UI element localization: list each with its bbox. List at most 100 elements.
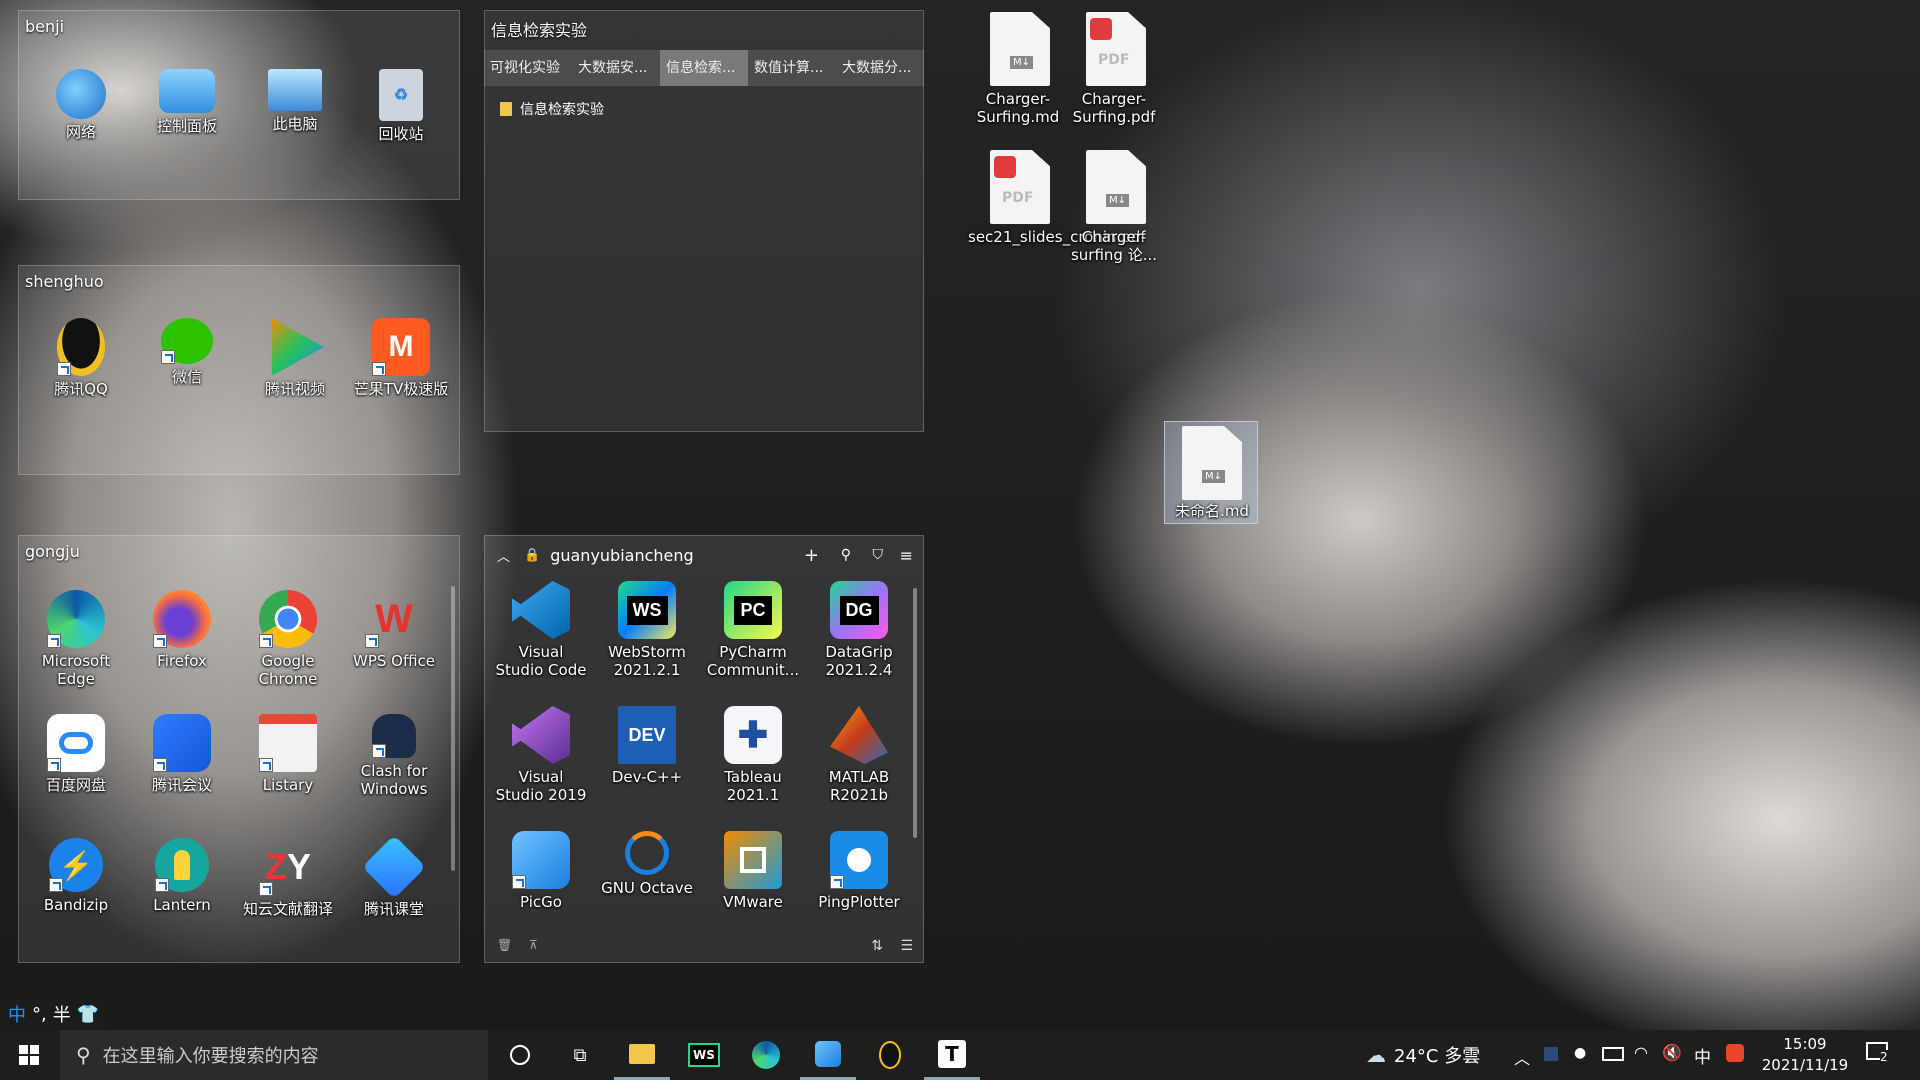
desktop-icon-visual-studio[interactable]: Visual Studio 2019: [493, 706, 589, 804]
battery-icon[interactable]: [1602, 1047, 1624, 1061]
shirt-icon[interactable]: ⛉: [873, 547, 884, 563]
chevron-up-icon[interactable]: ︿: [497, 546, 510, 565]
ime-width[interactable]: 半: [53, 1001, 71, 1027]
chrome-icon: [259, 590, 317, 648]
desktop-icon-clash[interactable]: Clash for Windows: [346, 714, 442, 798]
start-button[interactable]: [0, 1030, 58, 1080]
desktop-icon-matlab[interactable]: MATLAB R2021b: [811, 706, 907, 804]
desktop-icon-datagrip[interactable]: DG DataGrip 2021.2.4: [811, 581, 907, 679]
folder-item[interactable]: 信息检索实验: [500, 97, 604, 121]
desktop-icon-edge[interactable]: Microsoft Edge: [28, 590, 124, 688]
picgo-icon: [512, 831, 570, 889]
fence-scrollbar[interactable]: [451, 586, 455, 871]
desktop-icon-bandizip[interactable]: ⚡ Bandizip: [28, 838, 124, 914]
desktop-file-charger-paper-md[interactable]: M↓ Charger-surfing 论...: [1064, 146, 1164, 266]
pingplotter-icon: [830, 831, 888, 889]
desktop-icon-firefox[interactable]: Firefox: [134, 590, 230, 670]
icon-label: PyCharm Communit...: [706, 643, 800, 679]
list-view-icon[interactable]: ☰: [900, 938, 913, 954]
menu-icon[interactable]: ≡: [900, 546, 913, 565]
taskbar-qq[interactable]: [862, 1030, 918, 1080]
desktop-icon-qq[interactable]: 腾讯QQ: [33, 318, 129, 398]
tray-qq-icon[interactable]: ●: [1574, 1045, 1586, 1061]
cortana-button[interactable]: [492, 1030, 548, 1080]
ime-indicator[interactable]: 中: [1694, 1043, 1711, 1068]
tab-1[interactable]: 可视化实验: [484, 50, 572, 86]
pin-top-icon[interactable]: ⊼: [529, 938, 538, 952]
desktop-icon-tencent-meeting[interactable]: 腾讯会议: [134, 714, 230, 794]
desktop-icon-listary[interactable]: Listary: [240, 714, 336, 794]
listary-icon: [259, 714, 317, 772]
search-icon[interactable]: ⚲: [841, 547, 851, 563]
baidu-netdisk-icon: [47, 714, 105, 772]
tab-3[interactable]: 信息检索...: [660, 50, 748, 86]
wifi-icon[interactable]: ◠: [1634, 1043, 1648, 1062]
desktop-icon-chrome[interactable]: Google Chrome: [240, 590, 336, 688]
desktop-icon-zhiyun[interactable]: ZY 知云文献翻译: [240, 838, 336, 918]
taskbar-typora[interactable]: T: [924, 1030, 980, 1080]
desktop-icon-webstorm[interactable]: WS WebStorm 2021.2.1: [599, 581, 695, 679]
desktop-file-charger-md[interactable]: M↓ Charger-Surfing.md: [968, 8, 1068, 128]
desktop-file-untitled-md[interactable]: M↓ 未命名.md: [1164, 421, 1258, 524]
file-label: Charger-Surfing.pdf: [1072, 90, 1156, 126]
volume-muted-icon[interactable]: 🔇: [1662, 1043, 1682, 1062]
fence-header: ︿ 🔒 guanyubiancheng + ⚲ ⛉ ≡: [485, 536, 923, 574]
desktop-icon-this-pc[interactable]: 此电脑: [247, 69, 343, 133]
bandizip-icon: ⚡: [49, 838, 103, 892]
typora-icon: T: [938, 1039, 966, 1068]
network-icon: [56, 69, 106, 119]
desktop-icon-mango-tv[interactable]: M 芒果TV极速版: [353, 318, 449, 398]
notification-center[interactable]: 2: [1866, 1042, 1892, 1064]
desktop-icon-pycharm[interactable]: PC PyCharm Communit...: [705, 581, 801, 679]
skin-icon[interactable]: 👕: [77, 1004, 99, 1025]
icon-label: Bandizip: [43, 896, 109, 914]
taskbar-file-explorer[interactable]: [614, 1030, 670, 1080]
desktop-icon-tencent-video[interactable]: 腾讯视频: [247, 318, 343, 398]
taskbar-edge[interactable]: [738, 1030, 794, 1080]
folder-icon: [629, 1043, 655, 1064]
desktop-file-sec21-pdf[interactable]: PDF sec21_slides_cronin.pdf: [968, 146, 1146, 266]
clock[interactable]: 15:09 2021/11/19: [1760, 1034, 1850, 1076]
lock-icon[interactable]: 🔒: [524, 548, 540, 563]
chevron-up-icon[interactable]: ︿: [1514, 1045, 1530, 1069]
add-icon[interactable]: +: [804, 545, 819, 566]
icon-label: 腾讯QQ: [54, 380, 108, 398]
desktop-icon-wps[interactable]: W WPS Office: [346, 590, 442, 671]
desktop-icon-control-panel[interactable]: 控制面板: [139, 69, 235, 135]
file-label: Charger-Surfing.md: [976, 90, 1060, 126]
sogou-icon[interactable]: [1726, 1044, 1744, 1062]
fence-scrollbar[interactable]: [913, 588, 917, 838]
trash-icon[interactable]: 🗑: [497, 938, 512, 952]
icon-label: Firefox: [157, 652, 207, 670]
desktop-icon-devcpp[interactable]: DEV Dev-C++: [599, 706, 695, 786]
tray-app-icon[interactable]: [1544, 1047, 1558, 1061]
tab-2[interactable]: 大数据安...: [572, 50, 660, 86]
tab-4[interactable]: 数值计算...: [748, 50, 836, 86]
desktop-icon-tencent-classroom[interactable]: 腾讯课堂: [346, 835, 442, 918]
ime-punct[interactable]: °,: [32, 1004, 47, 1025]
devcpp-icon: DEV: [618, 706, 676, 764]
desktop-icon-lantern[interactable]: Lantern: [134, 838, 230, 914]
desktop-icon-pingplotter[interactable]: PingPlotter: [811, 831, 907, 911]
desktop-icon-vscode[interactable]: Visual Studio Code: [493, 581, 589, 679]
ime-mode[interactable]: 中: [8, 1001, 26, 1027]
sort-icon[interactable]: ⇅: [871, 938, 883, 954]
desktop-icon-network[interactable]: 网络: [33, 69, 129, 141]
taskbar-search[interactable]: ⚲ 在这里输入你要搜索的内容: [60, 1030, 488, 1080]
desktop-icon-tableau[interactable]: ✚ Tableau 2021.1: [705, 706, 801, 804]
icon-label: VMware: [723, 893, 783, 911]
desktop-file-charger-pdf[interactable]: PDF Charger-Surfing.pdf: [1064, 8, 1164, 128]
ime-toolbar[interactable]: 中 °, 半 👕: [2, 1000, 106, 1028]
desktop-icon-recycle-bin[interactable]: ♻ 回收站: [353, 69, 449, 143]
desktop-icon-wechat[interactable]: 微信: [139, 318, 235, 386]
tab-5[interactable]: 大数据分...: [836, 50, 924, 86]
desktop-icon-picgo[interactable]: PicGo: [493, 831, 589, 911]
icon-label: Visual Studio 2019: [495, 768, 587, 804]
taskbar-webstorm[interactable]: WS: [676, 1030, 732, 1080]
desktop-icon-baidu-netdisk[interactable]: 百度网盘: [28, 714, 124, 794]
task-view-button[interactable]: ⧉: [552, 1030, 608, 1080]
weather-widget[interactable]: ☁ 24°C 多雲: [1366, 1030, 1480, 1080]
taskbar-app-blue[interactable]: [800, 1030, 856, 1080]
desktop-icon-octave[interactable]: GNU Octave: [599, 831, 695, 897]
desktop-icon-vmware[interactable]: VMware: [705, 831, 801, 911]
